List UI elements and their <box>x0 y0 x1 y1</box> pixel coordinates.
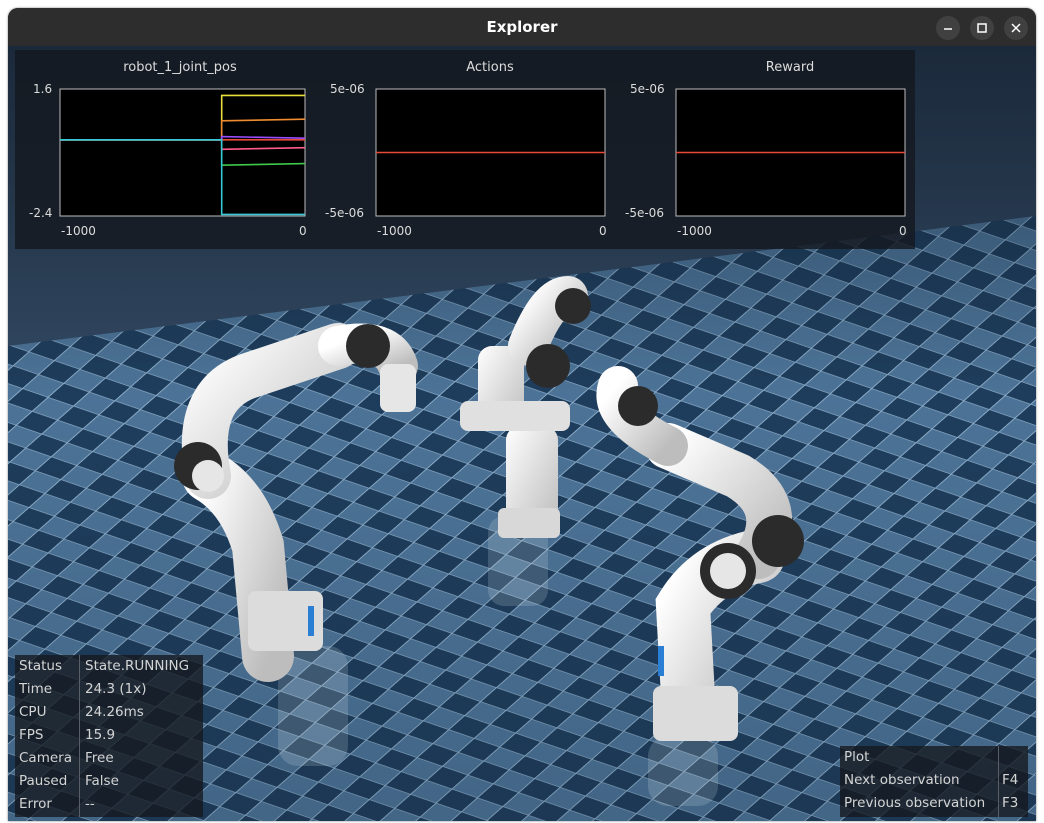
y-max-label: 5e-06 <box>330 82 365 96</box>
camera-key: Camera <box>19 750 72 766</box>
time-row: Time 24.3 (1x) <box>15 678 203 701</box>
paused-key: Paused <box>19 773 68 789</box>
close-button[interactable] <box>1004 16 1028 40</box>
cpu-key: CPU <box>19 704 47 720</box>
minimize-icon <box>944 28 952 30</box>
plot-title: robot_1_joint_pos <box>123 60 237 75</box>
fps-value: 15.9 <box>85 727 116 743</box>
shortcut-next-observation[interactable]: Next observation F4 <box>840 769 1028 792</box>
fps-key: FPS <box>19 727 44 743</box>
close-icon <box>1011 23 1021 33</box>
cpu-row: CPU 24.26ms <box>15 701 203 724</box>
plot-reward: Reward 5e-06 -5e-06 -1000 0 <box>615 50 915 249</box>
status-row: Status State.RUNNING <box>15 655 203 678</box>
maximize-icon <box>977 23 987 33</box>
paused-value: False <box>85 773 119 789</box>
x-max-label: 0 <box>299 224 307 238</box>
plot-title: Reward <box>765 60 815 75</box>
x-min-label: -1000 <box>677 224 712 238</box>
y-min-label: -2.4 <box>29 206 53 220</box>
error-key: Error <box>19 796 52 812</box>
title-bar[interactable]: Explorer <box>8 8 1036 46</box>
shortcuts-panel: Plot Next observation F4 Previous observa… <box>840 746 1028 817</box>
cpu-value: 24.26ms <box>85 704 144 720</box>
shortcut-label: Previous observation <box>844 795 986 811</box>
x-max-label: 0 <box>899 224 907 238</box>
error-value: -- <box>85 796 95 812</box>
time-value: 24.3 (1x) <box>85 681 147 697</box>
shortcut-previous-observation[interactable]: Previous observation F3 <box>840 792 1028 815</box>
y-min-label: -5e-06 <box>625 206 664 220</box>
shortcut-key: F3 <box>1002 795 1019 811</box>
time-key: Time <box>19 681 53 697</box>
y-max-label: 5e-06 <box>630 82 665 96</box>
status-panel: Status State.RUNNING Time 24.3 (1x) CPU 24.… <box>15 655 203 817</box>
plots-panel: robot_1_joint_pos 1.6 -2.4 -1000 0 Actio… <box>15 50 915 249</box>
camera-value: Free <box>85 750 114 766</box>
camera-row: Camera Free <box>15 747 203 770</box>
status-key: Status <box>19 658 63 674</box>
shortcut-plot[interactable]: Plot <box>840 746 1028 769</box>
x-min-label: -1000 <box>377 224 412 238</box>
plot-actions: Actions 5e-06 -5e-06 -1000 0 <box>315 50 615 249</box>
y-max-label: 1.6 <box>33 82 53 96</box>
paused-row: Paused False <box>15 770 203 793</box>
plot-joint-pos: robot_1_joint_pos 1.6 -2.4 -1000 0 <box>15 50 315 249</box>
y-min-label: -5e-06 <box>325 206 364 220</box>
plot-title: Actions <box>466 60 514 75</box>
shortcut-label: Next observation <box>844 772 960 788</box>
fps-row: FPS 15.9 <box>15 724 203 747</box>
shortcut-label: Plot <box>844 749 870 765</box>
x-min-label: -1000 <box>61 224 96 238</box>
window-title: Explorer <box>486 18 558 36</box>
minimize-button[interactable] <box>936 16 960 40</box>
error-row: Error -- <box>15 793 203 816</box>
maximize-button[interactable] <box>970 16 994 40</box>
app-window: Explorer robot_1_joint_pos 1.6 -2.4 -100… <box>8 8 1036 821</box>
x-max-label: 0 <box>599 224 607 238</box>
status-value: State.RUNNING <box>85 658 190 674</box>
simulation-viewport[interactable]: robot_1_joint_pos 1.6 -2.4 -1000 0 Actio… <box>8 46 1036 821</box>
shortcut-key: F4 <box>1002 772 1019 788</box>
